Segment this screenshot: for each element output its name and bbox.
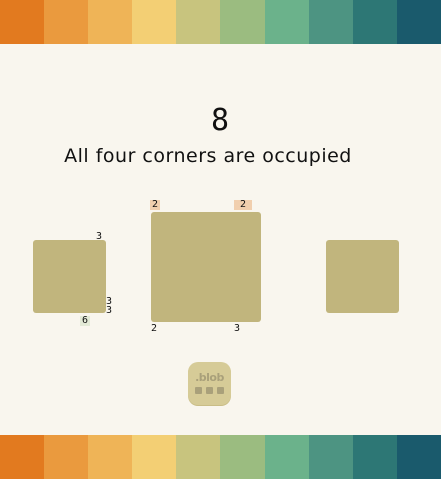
swatch	[44, 0, 89, 44]
swatch	[44, 435, 89, 479]
swatch	[0, 0, 45, 44]
swatch	[264, 435, 309, 479]
logo-dot	[217, 387, 224, 394]
level-hint: All four corners are occupied	[64, 145, 352, 167]
level-number: 8	[210, 103, 231, 138]
clue-left-bottom-left: 6	[80, 315, 91, 326]
swatch	[308, 435, 353, 479]
swatch	[132, 0, 177, 44]
logo-dots	[195, 387, 224, 395]
swatch	[264, 0, 309, 44]
swatch	[220, 435, 265, 479]
logo-dot	[206, 387, 213, 394]
puzzle-tile-right[interactable]	[326, 240, 399, 313]
swatch	[352, 435, 397, 479]
swatch	[352, 0, 397, 44]
clue-center-bottom-right: 3	[234, 323, 241, 334]
clue-left-top-right: 3	[96, 231, 103, 242]
swatch	[176, 0, 221, 44]
bottom-color-stripe	[0, 435, 441, 479]
swatch	[396, 435, 441, 479]
puzzle-tile-center[interactable]	[151, 212, 261, 322]
clue-center-top-left: 2	[150, 199, 161, 210]
puzzle-tile-left[interactable]	[33, 240, 106, 313]
swatch	[132, 435, 177, 479]
clue-center-top-right: 2	[234, 200, 253, 210]
top-color-stripe	[0, 0, 441, 44]
clue-center-bottom-left: 2	[151, 323, 158, 334]
clue-left-bottom-right-b: 3	[106, 305, 113, 316]
swatch	[88, 435, 133, 479]
swatch	[220, 0, 265, 44]
logo-dot	[195, 387, 202, 394]
swatch	[176, 435, 221, 479]
swatch	[88, 0, 133, 44]
swatch	[0, 435, 45, 479]
blob-logo-button[interactable]: .blob	[188, 362, 231, 405]
swatch	[396, 0, 441, 44]
logo-text: .blob	[195, 371, 224, 384]
swatch	[308, 0, 353, 44]
